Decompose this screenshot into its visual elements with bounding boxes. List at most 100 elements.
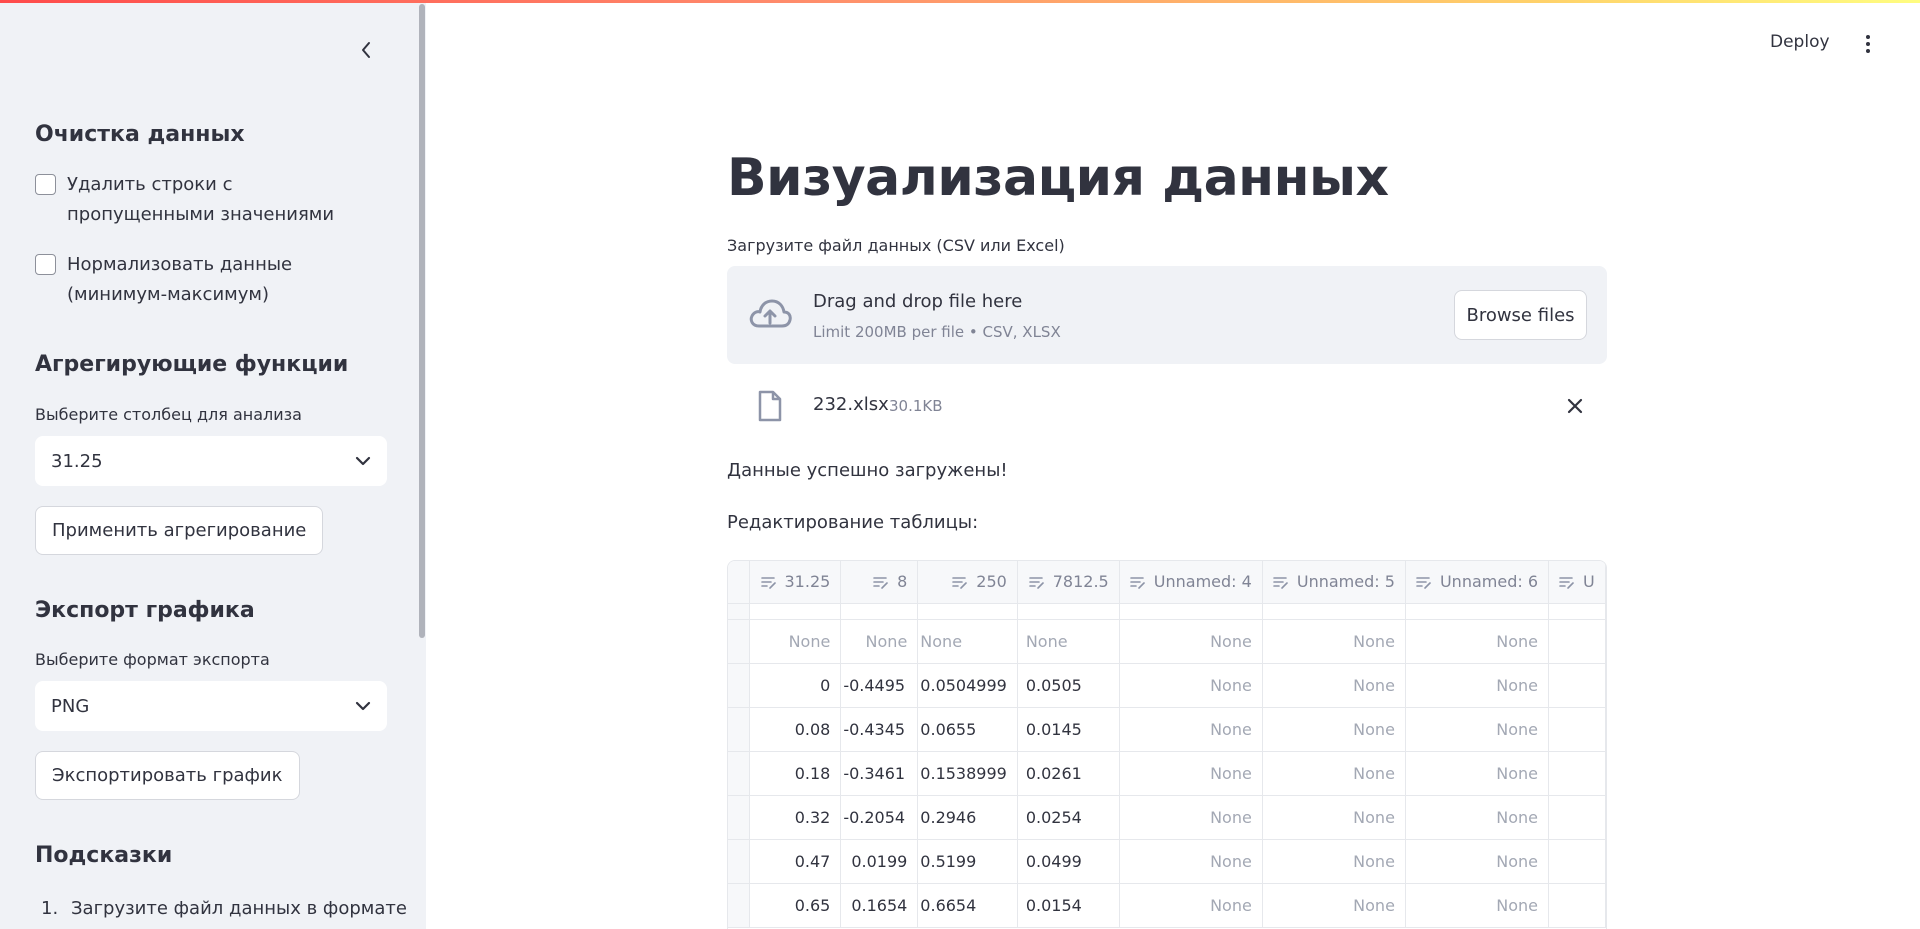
row-index-cell[interactable] (728, 883, 751, 928)
table-cell[interactable] (1548, 751, 1606, 796)
table-cell[interactable]: 0 (749, 663, 842, 708)
table-cell[interactable]: None (1119, 619, 1263, 664)
apply-aggregation-button[interactable]: Применить агрегирование (35, 506, 324, 555)
table-cell[interactable] (1548, 795, 1606, 840)
table-cell[interactable]: None (1262, 839, 1406, 884)
table-cell[interactable]: 0.0655 (917, 707, 1018, 752)
table-cell[interactable]: None (1119, 663, 1263, 708)
row-index-cell[interactable] (728, 619, 751, 664)
table-row[interactable]: 0.18 -0.3461 0.1538999 0.0261 None None None (728, 751, 1606, 796)
table-cell[interactable] (1548, 883, 1606, 928)
column-header-label: 7812.5 (1052, 572, 1109, 592)
table-row[interactable]: None None None None None None None (728, 619, 1606, 664)
table-cell[interactable]: 0.0505 (1017, 663, 1120, 708)
table-row[interactable]: 0.65 0.1654 0.6654 0.0154 None None None (728, 883, 1606, 928)
row-index-cell[interactable] (728, 707, 751, 752)
table-cell[interactable]: None (1119, 795, 1263, 840)
row-index-cell[interactable] (728, 839, 751, 884)
table-cell[interactable]: None (1119, 883, 1263, 928)
table-cell[interactable]: None (1405, 663, 1550, 708)
table-cell[interactable]: None (840, 619, 919, 664)
data-grid[interactable]: 31.25 8 250 7812.5 Unnamed: 4 Unnamed: 5 Unnam… (728, 561, 1606, 928)
row-index-cell[interactable] (728, 663, 751, 708)
table-cell[interactable]: 0.08 (749, 707, 842, 752)
table-cell[interactable]: 0.0145 (1017, 707, 1120, 752)
table-row[interactable]: 0 -0.4495 0.0504999 0.0505 None None None (728, 663, 1606, 708)
column-header[interactable]: Unnamed: 5 (1262, 561, 1406, 604)
checkbox-box[interactable] (35, 174, 56, 195)
deploy-button[interactable]: Deploy (1770, 32, 1830, 52)
browse-files-button[interactable]: Browse files (1454, 290, 1587, 340)
table-cell[interactable]: None (1262, 663, 1406, 708)
table-cell[interactable]: None (1262, 883, 1406, 928)
table-cell[interactable]: None (1119, 751, 1263, 796)
table-cell[interactable] (1548, 663, 1606, 708)
table-cell[interactable] (1548, 839, 1606, 884)
file-dropzone[interactable]: Drag and drop file here Limit 200MB per … (727, 266, 1607, 364)
format-select-label: Выберите формат экспорта (35, 650, 270, 669)
table-cell[interactable]: 0.0154 (1017, 883, 1120, 928)
table-row[interactable]: 0.32 -0.2054 0.2946 0.0254 None None None (728, 795, 1606, 840)
column-header[interactable]: 8 (840, 561, 919, 604)
column-header[interactable]: Unnamed: 6 (1405, 561, 1550, 604)
table-cell[interactable]: None (1262, 619, 1406, 664)
table-cell[interactable]: None (1262, 751, 1406, 796)
table-cell[interactable]: 0.1654 (840, 883, 919, 928)
table-cell[interactable]: None (749, 619, 842, 664)
table-cell[interactable]: None (1119, 707, 1263, 752)
table-cell[interactable]: 0.1538999 (917, 751, 1018, 796)
table-cell[interactable]: 0.47 (749, 839, 842, 884)
table-cell[interactable]: None (1405, 795, 1550, 840)
row-index-cell[interactable] (728, 751, 751, 796)
table-cell[interactable]: None (1405, 883, 1550, 928)
table-cell[interactable]: 0.32 (749, 795, 842, 840)
close-icon[interactable] (1565, 396, 1585, 416)
table-cell[interactable]: None (1405, 619, 1550, 664)
normalize-checkbox[interactable]: Нормализовать данные (минимум-максимум) (35, 250, 385, 310)
export-chart-button[interactable]: Экспортировать график (35, 751, 300, 800)
table-cell[interactable]: 0.0254 (1017, 795, 1120, 840)
table-cell[interactable]: None (1262, 795, 1406, 840)
table-cell[interactable] (1548, 619, 1606, 664)
column-select[interactable]: 31.25 (35, 436, 387, 486)
table-cell[interactable] (1548, 707, 1606, 752)
edit-column-icon (1028, 576, 1044, 589)
table-cell[interactable]: None (1405, 707, 1550, 752)
column-header[interactable]: Unnamed: 4 (1119, 561, 1263, 604)
table-cell[interactable]: 0.5199 (917, 839, 1018, 884)
collapse-sidebar-button[interactable] (352, 36, 380, 64)
sidebar-scrollbar[interactable] (419, 4, 425, 638)
table-cell[interactable]: None (1405, 839, 1550, 884)
table-cell[interactable]: 0.6654 (917, 883, 1018, 928)
column-header[interactable]: 31.25 (749, 561, 842, 604)
table-cell[interactable]: 0.0504999 (917, 663, 1018, 708)
table-cell[interactable]: 0.18 (749, 751, 842, 796)
edit-column-icon (1416, 576, 1431, 589)
drop-missing-checkbox[interactable]: Удалить строки с пропущенными значениями (35, 170, 385, 230)
table-cell[interactable]: 0.2946 (917, 795, 1018, 840)
column-header[interactable]: 250 (917, 561, 1018, 604)
table-cell[interactable]: 0.65 (749, 883, 842, 928)
table-cell[interactable]: 0.0261 (1017, 751, 1120, 796)
format-select[interactable]: PNG (35, 681, 387, 731)
table-cell[interactable]: None (1262, 707, 1406, 752)
table-row[interactable]: 0.47 0.0199 0.5199 0.0499 None None None (728, 839, 1606, 884)
column-header[interactable]: 7812.5 (1017, 561, 1120, 604)
table-cell[interactable]: 0.0499 (1017, 839, 1120, 884)
table-cell[interactable]: None (1405, 751, 1550, 796)
table-row[interactable]: 0.08 -0.4345 0.0655 0.0145 None None None (728, 707, 1606, 752)
table-cell[interactable]: None (1119, 839, 1263, 884)
table-cell[interactable]: -0.4345 (840, 707, 919, 752)
table-cell[interactable]: -0.4495 (840, 663, 919, 708)
table-cell[interactable]: None (917, 619, 1018, 664)
table-cell[interactable]: None (1017, 619, 1120, 664)
main-menu-icon[interactable] (1856, 30, 1880, 58)
row-index-cell[interactable] (728, 795, 751, 840)
checkbox-box[interactable] (35, 254, 56, 275)
table-cell[interactable]: 0.0199 (840, 839, 919, 884)
column-header[interactable]: U (1548, 561, 1606, 604)
table-cell[interactable]: -0.3461 (840, 751, 919, 796)
table-cell[interactable]: -0.2054 (840, 795, 919, 840)
table-spacer-row (728, 603, 1606, 620)
data-editor-table[interactable]: 31.25 8 250 7812.5 Unnamed: 4 Unnamed: 5 Unnam… (727, 560, 1607, 929)
